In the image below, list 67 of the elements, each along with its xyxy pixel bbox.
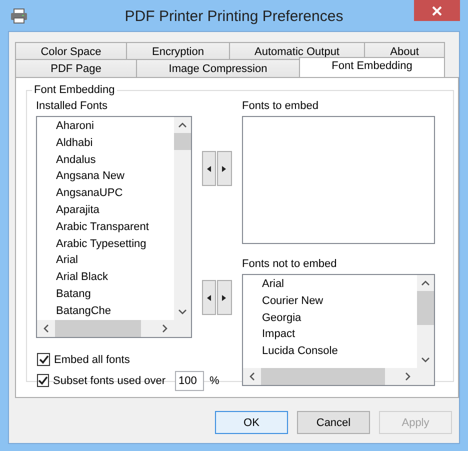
chevron-up-icon[interactable] bbox=[178, 122, 187, 128]
list-label: Fonts not to embed bbox=[242, 258, 338, 270]
triangle-right-icon bbox=[222, 294, 226, 300]
checkmark-icon bbox=[38, 355, 48, 364]
list-item[interactable]: Impact bbox=[243, 326, 417, 344]
list-label: Fonts to embed bbox=[242, 100, 320, 112]
triangle-right-icon bbox=[222, 166, 226, 172]
checkbox[interactable] bbox=[37, 374, 49, 387]
list-box[interactable] bbox=[242, 116, 435, 244]
triangle-left-icon bbox=[206, 294, 211, 300]
tab[interactable]: Font Embedding bbox=[299, 57, 445, 77]
scroll-thumb[interactable] bbox=[55, 320, 141, 337]
checkmark-icon bbox=[38, 376, 48, 385]
horizontal-scrollbar[interactable] bbox=[243, 368, 417, 385]
chevron-up-icon[interactable] bbox=[421, 280, 430, 286]
scroll-thumb[interactable] bbox=[261, 368, 385, 385]
list-item[interactable]: Arial bbox=[243, 276, 417, 293]
triangle-left-icon bbox=[206, 166, 211, 172]
horizontal-scrollbar[interactable] bbox=[37, 320, 174, 337]
chevron-right-icon[interactable] bbox=[162, 324, 168, 333]
group-title: Font Embedding bbox=[33, 84, 116, 96]
scroll-thumb[interactable] bbox=[174, 133, 191, 150]
checkbox-label: Embed all fonts bbox=[54, 354, 130, 366]
list-item[interactable]: Courier New bbox=[243, 292, 417, 310]
list-item[interactable]: Aparajita bbox=[37, 202, 174, 219]
number-field[interactable]: 100 bbox=[174, 370, 204, 390]
list-item[interactable]: Georgia bbox=[243, 310, 417, 326]
checkbox[interactable] bbox=[37, 353, 50, 366]
list-item[interactable]: Arabic Transparent bbox=[37, 218, 174, 236]
chevron-down-icon[interactable] bbox=[178, 309, 187, 315]
list-item[interactable]: Aharoni bbox=[37, 118, 174, 135]
close-button[interactable] bbox=[414, 0, 460, 21]
list-item[interactable]: Andalus bbox=[37, 152, 174, 168]
list-item[interactable]: BatangChe bbox=[37, 302, 174, 320]
vertical-scrollbar[interactable] bbox=[174, 117, 191, 320]
chevron-right-icon[interactable] bbox=[405, 372, 411, 381]
tab[interactable]: Encryption bbox=[126, 42, 230, 60]
move-left-button[interactable] bbox=[202, 280, 216, 315]
move-right-button[interactable] bbox=[217, 280, 232, 315]
window-title: PDF Printer Printing Preferences bbox=[124, 7, 344, 25]
list-item[interactable]: Arial bbox=[37, 252, 174, 270]
checkbox-label: Subset fonts used over bbox=[53, 374, 166, 386]
list-item[interactable]: Arabic Typesetting bbox=[37, 236, 174, 252]
move-left-button[interactable] bbox=[202, 151, 216, 186]
chevron-left-icon[interactable] bbox=[43, 324, 49, 333]
chevron-left-icon[interactable] bbox=[249, 372, 255, 381]
close-icon bbox=[432, 6, 442, 16]
scroll-thumb[interactable] bbox=[417, 291, 434, 325]
list-item[interactable]: Angsana New bbox=[37, 168, 174, 186]
list-box[interactable]: Arial Courier New Georgia Impact Lucida Console bbox=[242, 274, 435, 386]
list-label: Installed Fonts bbox=[36, 100, 109, 112]
tab[interactable]: Color Space bbox=[15, 42, 127, 60]
vertical-scrollbar[interactable] bbox=[417, 275, 434, 368]
tab[interactable]: Image Compression bbox=[136, 59, 300, 77]
printer-icon bbox=[10, 8, 28, 24]
list-box[interactable]: Aharoni Aldhabi Andalus Angsana New AngsanaUPC Aparajita Arabic Transparent Arabic Typesetting Arial Arial Black Batang BatangChe bbox=[36, 116, 192, 338]
chevron-down-icon[interactable] bbox=[421, 357, 430, 363]
tab[interactable]: PDF Page bbox=[15, 59, 137, 77]
dialog-button[interactable]: Cancel bbox=[297, 411, 370, 434]
list-item[interactable]: Batang bbox=[37, 286, 174, 303]
list-item[interactable]: Aldhabi bbox=[37, 134, 174, 152]
list-item[interactable]: Arial Black bbox=[37, 269, 174, 286]
move-right-button[interactable] bbox=[217, 151, 232, 186]
list-item[interactable]: AngsanaUPC bbox=[37, 185, 174, 202]
list-item[interactable]: Lucida Console bbox=[243, 343, 417, 360]
unit-label: % bbox=[210, 374, 220, 386]
dialog-button[interactable]: OK bbox=[215, 411, 288, 434]
